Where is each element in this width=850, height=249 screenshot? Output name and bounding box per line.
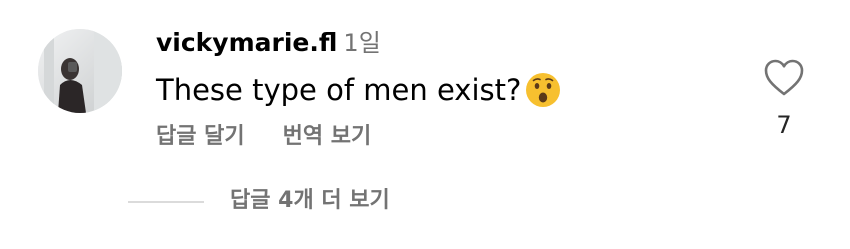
replies-divider-line [128,201,204,203]
like-count: 7 [776,111,792,139]
avatar[interactable] [38,29,122,113]
comment-header: vickymarie.fl 1일 [156,26,381,60]
reply-button[interactable]: 답글 달기 [156,124,245,149]
view-more-replies-button[interactable]: 답글 4개 더 보기 [230,184,390,218]
comment-actions: 답글 달기 번역 보기 [156,120,371,154]
see-translation-button[interactable]: 번역 보기 [283,124,372,149]
comment-text: These type of men exist? [156,73,522,107]
like-button[interactable] [763,58,805,98]
timestamp: 1일 [343,29,381,57]
username-link[interactable]: vickymarie.fl [156,28,337,57]
heart-outline-icon [764,59,804,96]
comment-text-row: These type of men exist? [156,70,562,110]
hushed-face-emoji [524,71,562,109]
